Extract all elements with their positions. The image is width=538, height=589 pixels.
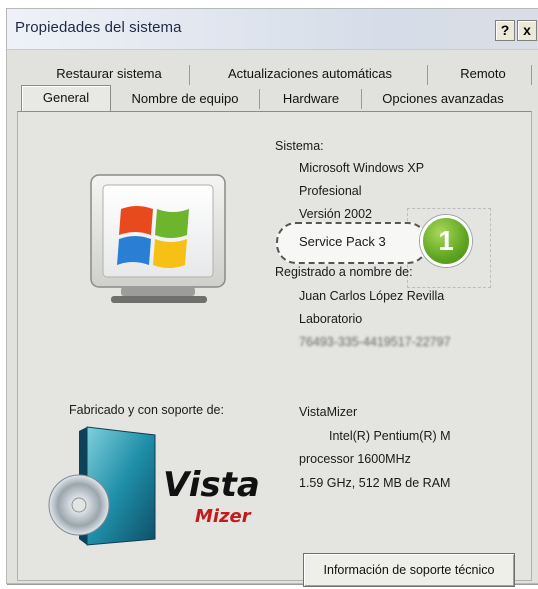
os-name: Microsoft Windows XP: [299, 161, 425, 175]
manufacturer-heading: Fabricado y con soporte de:: [69, 403, 224, 417]
tab-opciones-avanzadas[interactable]: Opciones avanzadas: [367, 88, 519, 110]
title-bar: Propiedades del sistema ? x: [7, 9, 538, 50]
registered-org: Laboratorio: [299, 312, 363, 326]
manufacturer-name: VistaMizer: [299, 405, 358, 419]
window-title: Propiedades del sistema: [15, 19, 182, 36]
system-heading: Sistema:: [275, 139, 324, 153]
registered-name: Juan Carlos López Revilla: [299, 289, 445, 303]
callout-number-badge: 1: [420, 215, 472, 267]
tab-divider: [189, 65, 190, 85]
logo-text-vista: Vista: [163, 465, 260, 505]
registered-heading: Registrado a nombre de:: [275, 265, 413, 279]
cpu-line-2: processor 1600MHz: [299, 452, 411, 466]
os-edition: Profesional: [299, 184, 362, 198]
tab-actualizaciones-automaticas[interactable]: Actualizaciones automáticas: [197, 63, 423, 85]
tab-nombre-de-equipo[interactable]: Nombre de equipo: [117, 88, 253, 110]
tab-general[interactable]: General: [21, 85, 111, 113]
vistamizer-logo: Vista Mizer: [43, 423, 273, 547]
tab-restaurar-sistema[interactable]: Restaurar sistema: [39, 63, 179, 85]
tab-divider: [361, 89, 362, 109]
help-button[interactable]: ?: [495, 20, 515, 41]
logo-text-mizer: Mizer: [195, 506, 251, 527]
tab-divider: [531, 65, 532, 85]
tab-remoto[interactable]: Remoto: [435, 63, 531, 85]
cpu-line-3: 1.59 GHz, 512 MB de RAM: [299, 476, 451, 490]
system-properties-window: Propiedades del sistema ? x Restaurar si…: [6, 8, 538, 587]
tab-divider: [427, 65, 428, 85]
support-info-button[interactable]: Información de soporte técnico: [303, 553, 515, 587]
tab-divider: [259, 89, 260, 109]
service-pack: Service Pack 3: [299, 234, 386, 249]
os-version: Versión 2002: [299, 207, 372, 221]
tab-hardware[interactable]: Hardware: [267, 88, 355, 110]
close-button[interactable]: x: [517, 20, 537, 41]
product-id-blurred: 76493-335-4419517-22797: [299, 335, 451, 349]
windows-logo-monitor-icon: [85, 169, 235, 309]
cpu-line-1: Intel(R) Pentium(R) M: [329, 429, 451, 443]
